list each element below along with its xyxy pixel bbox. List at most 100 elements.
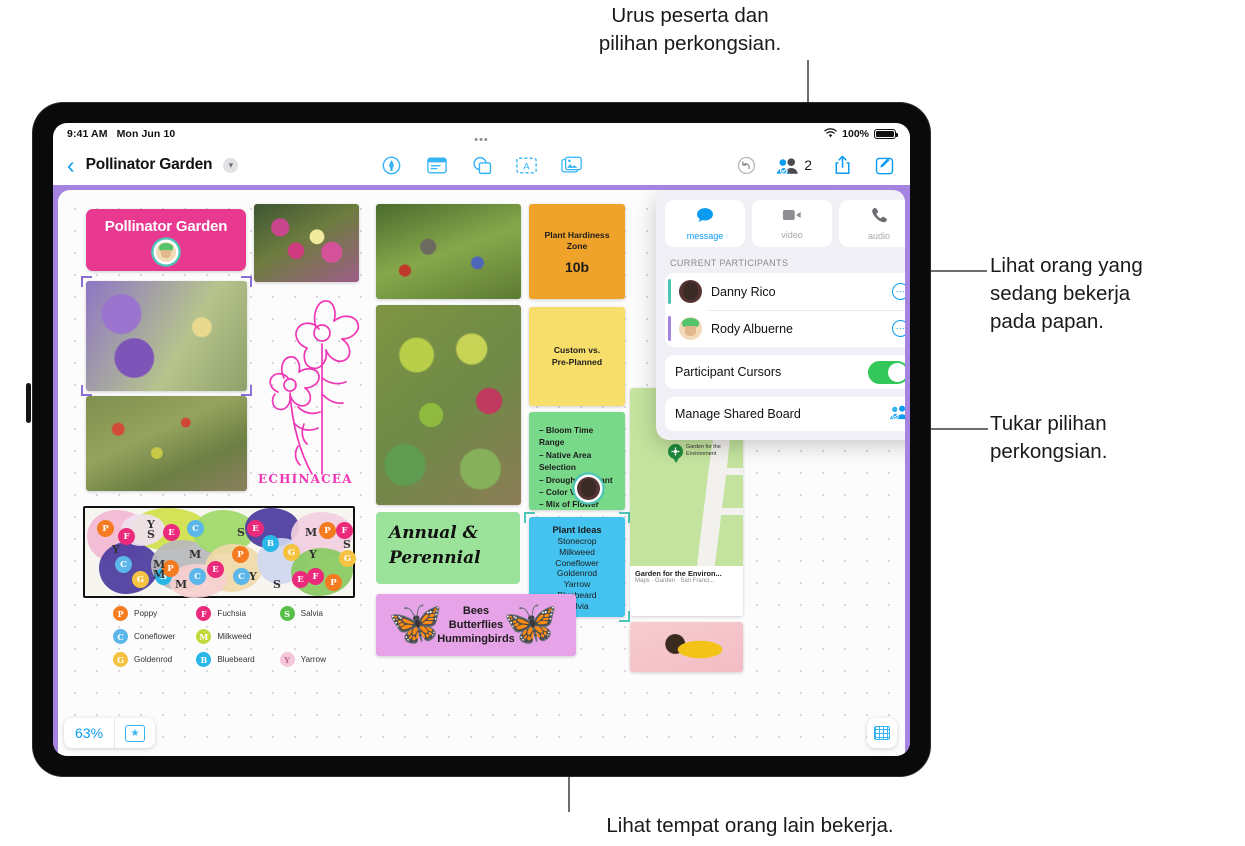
annual-perennial-note[interactable]: Annual & Perennial bbox=[376, 512, 520, 584]
criteria-note[interactable]: Bloom Time Range Native Area Selection D… bbox=[529, 412, 625, 510]
selection-handle[interactable] bbox=[81, 385, 92, 396]
shapes-icon[interactable] bbox=[470, 154, 494, 176]
participant-color-bar bbox=[668, 316, 671, 341]
selection-handle[interactable] bbox=[241, 385, 252, 396]
selection-handle[interactable] bbox=[619, 512, 630, 523]
manage-participants-icon bbox=[889, 404, 905, 425]
legend-label: Bluebeard bbox=[217, 655, 255, 664]
share-icon[interactable] bbox=[830, 154, 854, 176]
legend-item: M Milkweed bbox=[196, 629, 279, 644]
hummingbird-photo[interactable] bbox=[376, 204, 521, 299]
plan-letter: M bbox=[153, 558, 166, 571]
avatar bbox=[156, 242, 176, 262]
plant-hardiness-note[interactable]: Plant Hardiness Zone 10b bbox=[529, 204, 625, 299]
plan-letter: S bbox=[147, 528, 155, 541]
more-circle-icon[interactable]: ⋯ bbox=[892, 320, 905, 337]
participants-button[interactable]: 2 bbox=[776, 154, 812, 176]
manage-shared-board-label: Manage Shared Board bbox=[675, 407, 801, 421]
plan-marker: G bbox=[339, 550, 356, 567]
star-icon: ★ bbox=[125, 724, 146, 742]
participant-name: Danny Rico bbox=[711, 284, 776, 299]
video-mode-label: video bbox=[781, 229, 803, 240]
plan-legend: P Poppy F Fuchsia S Salvia C Coneflower … bbox=[113, 606, 363, 667]
participants-icon bbox=[776, 154, 800, 176]
list-item: Bloom Time Range bbox=[539, 424, 619, 449]
status-time: 9:41 AM bbox=[67, 128, 108, 140]
legend-swatch: G bbox=[113, 652, 128, 667]
plan-marker: C bbox=[115, 556, 132, 573]
selection-handle[interactable] bbox=[619, 611, 630, 622]
plant-hardiness-title: Plant Hardiness Zone bbox=[544, 229, 610, 252]
participant-cursors-toggle[interactable] bbox=[868, 360, 905, 384]
app-toolbar: ••• ‹ Pollinator Garden ▾ A 2 bbox=[53, 134, 910, 185]
avatar bbox=[679, 317, 702, 340]
custom-vs-preplanned-note[interactable]: Custom vs. Pre-Planned bbox=[529, 307, 625, 406]
phone-handset-icon bbox=[871, 207, 888, 228]
selection-handle[interactable] bbox=[524, 512, 535, 523]
plan-marker: C bbox=[189, 568, 206, 585]
sticky-note-icon[interactable] bbox=[425, 154, 449, 176]
svg-text:A: A bbox=[523, 161, 530, 172]
participant-row-rody-albuerne[interactable]: Rody Albuerne ⋯ bbox=[665, 310, 905, 347]
zoom-level[interactable]: 63% bbox=[64, 718, 114, 748]
media-icon[interactable] bbox=[560, 154, 584, 176]
callout-right-lower: Tukar pilihan perkongsian. bbox=[990, 412, 1108, 463]
chevron-down-icon[interactable]: ▾ bbox=[223, 157, 239, 173]
ellipsis-icon[interactable]: ••• bbox=[474, 134, 489, 146]
video-mode-button[interactable]: video bbox=[752, 200, 832, 247]
compose-icon[interactable] bbox=[872, 154, 896, 176]
plan-letter: Y bbox=[309, 548, 317, 561]
legend-swatch: S bbox=[279, 606, 295, 621]
list-item: Mix of Flower Struc... bbox=[539, 498, 619, 510]
plan-letter: M bbox=[175, 578, 188, 591]
plan-marker: C bbox=[187, 520, 204, 537]
current-participants-header: CURRENT PARTICIPANTS bbox=[670, 258, 789, 268]
grid-button[interactable] bbox=[867, 718, 897, 748]
garden-bed-photo[interactable] bbox=[86, 396, 247, 491]
plan-letter: Y bbox=[112, 543, 120, 556]
zoom-control[interactable]: 63% ★ bbox=[64, 718, 156, 748]
butterfly-on-coneflower-photo[interactable] bbox=[254, 204, 359, 282]
pen-tool-icon[interactable] bbox=[380, 154, 404, 176]
legend-swatch: M bbox=[196, 629, 212, 644]
planting-plan-drawing[interactable]: P F E C E B G P F G C G B P C E P C E F … bbox=[83, 506, 356, 598]
message-bubble-icon bbox=[696, 207, 714, 228]
selection-handle[interactable] bbox=[241, 276, 252, 287]
board-canvas[interactable]: Pollinator Garden ECHINACEA Plant Hardin… bbox=[58, 190, 905, 756]
map-card-footer: Garden for the Environ... Maps · Garden … bbox=[630, 566, 743, 587]
grid-icon bbox=[874, 726, 890, 740]
favorite-button[interactable]: ★ bbox=[115, 718, 155, 748]
legend-item: B Bluebeard bbox=[196, 652, 279, 667]
callout-bottom: Lihat tempat orang lain bekerja. bbox=[606, 814, 894, 837]
bees-butterflies-card[interactable]: 🦋 🦋 Bees Butterflies Hummingbirds bbox=[376, 594, 576, 656]
audio-mode-button[interactable]: audio bbox=[839, 200, 905, 247]
participant-cursors-row[interactable]: Participant Cursors bbox=[665, 355, 905, 389]
plan-marker: P bbox=[97, 520, 114, 537]
plan-marker: P bbox=[325, 574, 342, 591]
video-camera-icon bbox=[782, 208, 802, 227]
plan-letter: S bbox=[343, 538, 351, 551]
message-mode-button[interactable]: message bbox=[665, 200, 745, 247]
legend-item: C Coneflower bbox=[113, 629, 196, 644]
more-circle-icon[interactable]: ⋯ bbox=[892, 283, 905, 300]
board-title-card[interactable]: Pollinator Garden bbox=[86, 209, 246, 271]
undo-icon[interactable] bbox=[734, 154, 758, 176]
manage-shared-board-row[interactable]: Manage Shared Board bbox=[665, 397, 905, 431]
butterfly-icon: 🦋 bbox=[388, 599, 443, 648]
avatar bbox=[679, 280, 702, 303]
custom-vs-preplanned-title: Custom vs. Pre-Planned bbox=[551, 344, 603, 367]
selection-handle[interactable] bbox=[81, 276, 92, 287]
bumblebee-photo[interactable] bbox=[630, 622, 743, 672]
succulent-wall-photo[interactable] bbox=[376, 305, 521, 505]
battery-percent: 100% bbox=[842, 128, 869, 140]
participant-name: Rody Albuerne bbox=[711, 321, 794, 336]
legend-label: Milkweed bbox=[217, 632, 252, 641]
collaboration-popover: message video audio CURRENT PARTICIPANTS… bbox=[656, 190, 905, 440]
participant-row-danny-rico[interactable]: Danny Rico ⋯ bbox=[665, 273, 905, 310]
plan-letter: S bbox=[273, 578, 281, 591]
chevron-left-icon[interactable]: ‹ bbox=[67, 153, 75, 177]
participant-cursors-label: Participant Cursors bbox=[675, 365, 782, 379]
legend-item: Y Yarrow bbox=[279, 652, 363, 667]
echinacea-drawing[interactable]: ECHINACEA bbox=[254, 286, 372, 501]
text-box-icon[interactable]: A bbox=[515, 154, 539, 176]
